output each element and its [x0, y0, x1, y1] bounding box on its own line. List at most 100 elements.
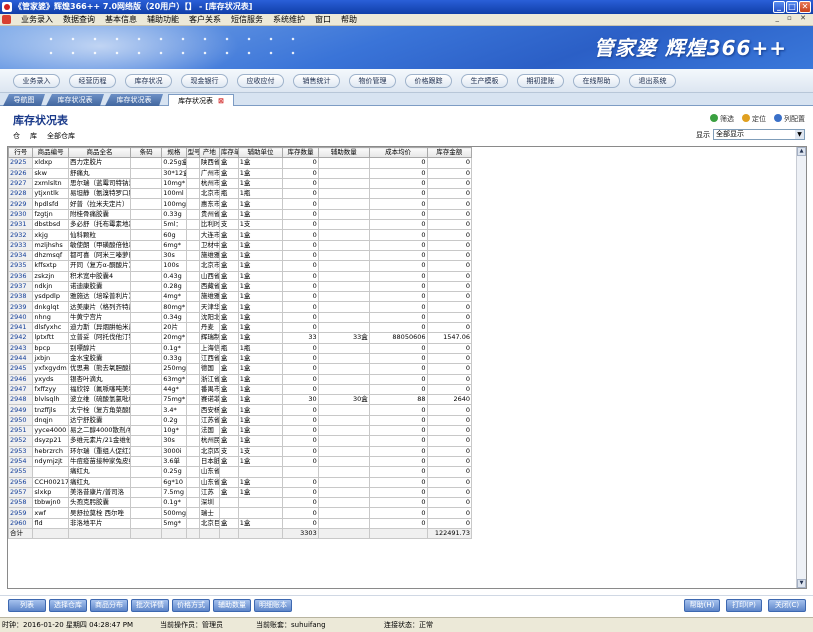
- select-warehouse-button[interactable]: 选择仓库: [49, 599, 87, 612]
- column-config-tool[interactable]: 列配置: [774, 114, 805, 124]
- menu-item-sms[interactable]: 短信服务: [231, 14, 263, 25]
- mdi-window-controls[interactable]: _ ▫ ✕: [775, 14, 809, 22]
- batch-detail-button[interactable]: 批次详情: [131, 599, 169, 612]
- table-row[interactable]: 2955 痛红丸 0.25g 山东省 0 0: [8, 466, 472, 478]
- table-row[interactable]: 2951yyce4000易之二醇4000散剂/福松10g*法国盒1盒000: [8, 425, 472, 437]
- table-row[interactable]: 2958 tbbwjn0 头孢克肟胶囊 0.1g* 深圳 0 0 0: [8, 497, 472, 509]
- table-row[interactable]: 2952dsyzp21多维元素片/21金维他片30s杭州民盒1盒000: [8, 435, 472, 447]
- table-row[interactable]: 2939 dnkglqt 达美康片（格列齐特片 80mg* 天津华盒 1盒 0 0 0: [8, 301, 472, 313]
- nav-entry-button[interactable]: 业务录入: [13, 73, 60, 88]
- table-row[interactable]: 2960 fld 非洛地平片 5mg* 北京巨盒 1盒 0 0 0: [8, 517, 472, 529]
- tab-stock-report-2[interactable]: 库存状况表: [105, 94, 163, 106]
- nav-stock-button[interactable]: 库存状况: [125, 73, 172, 88]
- menu-item-help[interactable]: 帮助: [341, 14, 357, 25]
- scroll-up-icon[interactable]: ▲: [797, 147, 806, 156]
- list-button[interactable]: 列表: [8, 599, 46, 612]
- table-cell: 1盒: [237, 383, 284, 396]
- table-row[interactable]: 2928 ytjxntlk 易坦静（氨溴特罗口服 100ml 北京市瓶 1瓶 0 0 0: [8, 188, 472, 200]
- minimize-button[interactable]: _: [773, 1, 785, 13]
- column-header[interactable]: 库存数量: [282, 147, 319, 159]
- table-row[interactable]: 2932 xkjg 仙科颗粒 60g 大连市盒 1盒 0 0 0: [8, 229, 472, 241]
- table-row[interactable]: 2929 hpdlsfd 好普（拉米夫定片） 100mg 惠东市盒 1盒 0 0 0: [8, 198, 472, 210]
- close-window-button[interactable]: 关闭(C): [768, 599, 806, 612]
- display-select[interactable]: 全部显示: [713, 129, 805, 140]
- table-row[interactable]: 2934 dhzmsqf 都可喜（阿米三嗪萝巴 30s 施维雅盒 1盒 0 0 0: [8, 249, 472, 262]
- table-row[interactable]: 2947 fxffzyy 福欣锌（氟哌噻吨美利 44g* 番禺市盒 1盒 0 0 0: [8, 383, 472, 396]
- table-row[interactable]: 2926skw舒痛丸30*12盒广州市盒1盒000: [8, 167, 472, 179]
- table-row[interactable]: 2945 yxfxgydm 优思弗（熊去氧胆酸胶 250mg 德国盒 1盒 0 0 0: [8, 363, 472, 375]
- table-row[interactable]: 2938 ysdpdlp 雅施达（培哚普利片） 4mg* 施维雅盒 1盒 0 0 0: [8, 291, 472, 303]
- price-mode-button[interactable]: 价格方式: [172, 599, 210, 612]
- product-distribution-button[interactable]: 商品分布: [90, 599, 128, 612]
- tab-stock-report-active[interactable]: 库存状况表 ⊠: [168, 94, 234, 106]
- table-row[interactable]: 2959 xwf 吴舒拉莫栓 西尔唑 500mg 瑞士 0 0 0: [8, 507, 472, 519]
- nav-track-button[interactable]: 价格跟踪: [405, 73, 452, 88]
- menu-item-basic-info[interactable]: 基本信息: [105, 14, 137, 25]
- column-header[interactable]: 库存单位: [218, 147, 239, 159]
- table-row[interactable]: 2943 bpcp 别嘌醇片 0.1g* 上海信瓶 1瓶 0 0 0: [8, 342, 472, 354]
- nav-opening-button[interactable]: 期初建账: [517, 73, 564, 88]
- table-row[interactable]: 2950 dnqjn 达宁舒胶囊 0.2g 江苏省盒 1盒 0 0 0: [8, 414, 472, 427]
- table-row[interactable]: 2957 slxkp 美洛昔康片/普司洛 7.5mg 江苏盒 1盒 0 0 0: [8, 486, 472, 499]
- locate-tool[interactable]: 定位: [742, 114, 766, 124]
- nav-sales-button[interactable]: 销售统计: [293, 73, 340, 88]
- column-header[interactable]: 型号: [185, 147, 200, 159]
- menu-item-entry[interactable]: 业务录入: [21, 14, 53, 25]
- table-cell: 0: [426, 414, 472, 427]
- table-row[interactable]: 2946 yxyds 银杏叶滴丸 63mg* 浙江省盒 1盒 0 0 0: [8, 373, 472, 385]
- table-row[interactable]: 2940 nhng 牛黄宁宫片 0.34g 沈阳北盒 1盒 0 0 0: [8, 311, 472, 324]
- column-header[interactable]: 辅助单位: [237, 147, 284, 159]
- table-row[interactable]: 2942 lptxftt 立普妥（阿托伐他汀钙 20mg* 辉瑞制盒 1盒 33 33盒 880…: [8, 332, 472, 344]
- nav-exit-button[interactable]: 退出系统: [629, 73, 676, 88]
- table-cell: 100mg: [161, 198, 187, 210]
- menu-item-query[interactable]: 数据查询: [63, 14, 95, 25]
- column-header[interactable]: 商品全名: [67, 147, 132, 159]
- help-button[interactable]: 帮助(H): [684, 599, 720, 612]
- table-row[interactable]: 2935 kffsxtp 开同（复方α-酮酸片） 100s 北京市盒 1盒 0 0 0: [8, 260, 472, 272]
- print-button[interactable]: 打印(P): [726, 599, 762, 612]
- table-cell: [130, 497, 163, 509]
- column-header[interactable]: 辅助数量: [317, 147, 370, 159]
- nav-receivable-button[interactable]: 应收应付: [237, 73, 284, 88]
- aux-quantity-button[interactable]: 辅助数量: [213, 599, 251, 612]
- nav-cash-button[interactable]: 现金银行: [181, 73, 228, 88]
- table-row[interactable]: 2936 zskzjn 积术宽中胶囊4 0.43g 山西省盒 1盒 0 0 0: [8, 270, 472, 282]
- column-header[interactable]: 行号: [8, 147, 34, 159]
- vertical-scrollbar[interactable]: ▲ ▼: [796, 147, 806, 588]
- nav-price-button[interactable]: 物价管理: [349, 73, 396, 88]
- table-row[interactable]: 2954 ndymjzjt 牛痘疫苗接种家兔皮组 3.6单 日本脏盒 1盒 0 0 0: [8, 455, 472, 468]
- table-row[interactable]: 2931 dbstbsd 多必舒（托布霉素地塞 5ml： 比利时支 1支 0 0 0: [8, 219, 472, 231]
- table-row[interactable]: 2948 blvlsqlh 波立维（硫酸氢氯吡格 75mg* 赛诺菲盒 1盒 30 30盒 88…: [8, 394, 472, 406]
- nav-history-button[interactable]: 经营历程: [69, 73, 116, 88]
- table-row[interactable]: 2949 tnzffjls 太宁栓（复方角菜酸酯 3.4* 西安杨盒 1盒 0 0 0: [8, 404, 472, 416]
- close-tab-icon[interactable]: ⊠: [218, 97, 224, 105]
- column-header[interactable]: 规格: [161, 147, 187, 159]
- nav-production-button[interactable]: 生产模板: [461, 73, 508, 88]
- filter-tool[interactable]: 筛选: [710, 114, 734, 124]
- table-row[interactable]: 2927zxmlsltn思尔瑞（蓝霉司特钠泡腾10mg*杭州市盒1盒000: [8, 177, 472, 190]
- nav-help-button[interactable]: 在线帮助: [573, 73, 620, 88]
- column-header[interactable]: 产地: [198, 147, 220, 159]
- menu-item-system[interactable]: 系统维护: [273, 14, 305, 25]
- menu-item-crm[interactable]: 客户关系: [189, 14, 221, 25]
- tab-stock-report-1[interactable]: 库存状况表: [46, 94, 104, 106]
- tab-navigation[interactable]: 导航图: [3, 94, 45, 106]
- column-header[interactable]: 条码: [130, 147, 163, 159]
- table-row[interactable]: 2925 xldxp 西力定胶片 0.25g盒 陕西省盒 1盒 0 0 0: [8, 157, 472, 169]
- column-header[interactable]: 商品编号: [32, 147, 69, 159]
- table-row[interactable]: 2953 hebrzrch 环尔瑞（重组人促红素 3000i 北京四支 1支 0 0 0: [8, 445, 472, 457]
- table-row[interactable]: 2944 jxbjn 金水宝胶囊 0.33g 江西省盒 1盒 0 0 0: [8, 352, 472, 365]
- table-row[interactable]: 2930 fzgtjn 附桂骨痛胶囊 0.33g 贵州省盒 1盒 0 0 0: [8, 208, 472, 221]
- table-row[interactable]: 2941 dlsfyxhc 迪力斯（异烟肼帕米片 20片 丹麦盒 1盒 0 0 0: [8, 322, 472, 334]
- column-header[interactable]: 库存金额: [426, 147, 472, 159]
- table-row[interactable]: 2956 CCH00217 痛红丸 6g*10 山东省盒 1盒 0 0 0: [8, 476, 472, 488]
- close-button[interactable]: ✕: [799, 1, 811, 13]
- maximize-button[interactable]: □: [786, 1, 798, 13]
- column-header[interactable]: 成本均价: [368, 147, 428, 159]
- menu-item-aux[interactable]: 辅助功能: [147, 14, 179, 25]
- detail-ledger-button[interactable]: 明细账本: [254, 599, 292, 612]
- table-row[interactable]: 2937 ndkjn 诺迪康胶囊 0.28g 西藏省盒 1盒 0 0 0: [8, 280, 472, 293]
- menu-item-window[interactable]: 窗口: [315, 14, 331, 25]
- scroll-down-icon[interactable]: ▼: [797, 579, 806, 588]
- table-row[interactable]: 2933 mzljhshs 敏使朗（甲磺酸倍他司 6mg* 卫材中盒 1盒 0 0 0: [8, 239, 472, 251]
